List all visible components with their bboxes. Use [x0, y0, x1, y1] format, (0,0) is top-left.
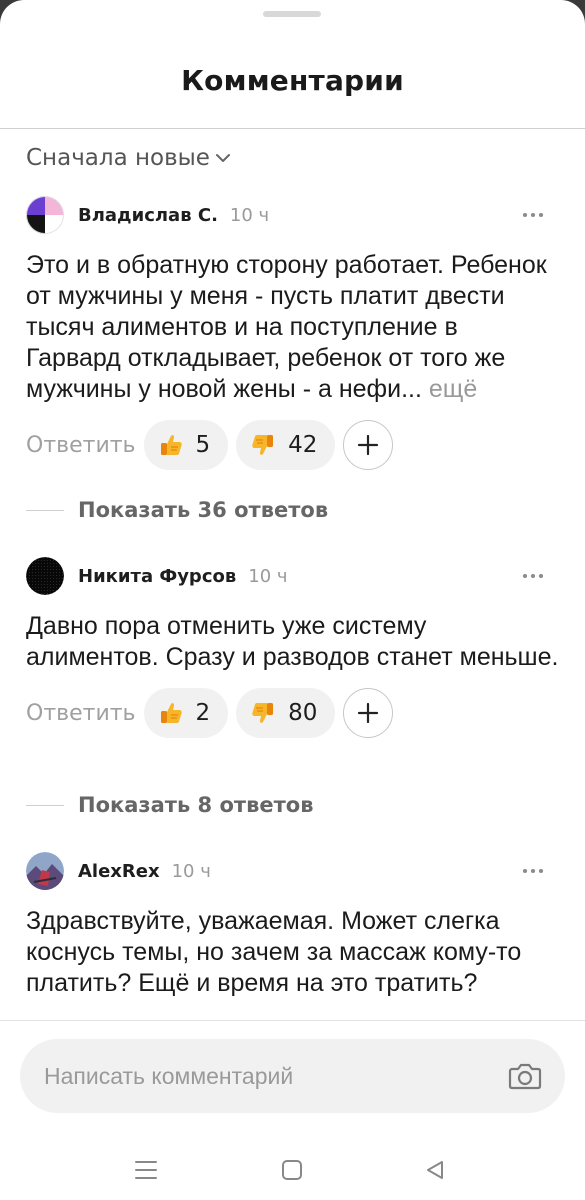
like-button[interactable]: 5 [143, 420, 229, 470]
author-name[interactable]: AlexRex [78, 861, 160, 882]
comment-item: AlexRex 10 ч Здравствуйте, уважаемая. Мо… [26, 852, 559, 999]
avatar[interactable] [26, 557, 64, 595]
replies-divider [26, 509, 64, 511]
sort-dropdown[interactable]: Сначала новые [26, 145, 230, 171]
comment-text: Это и в обратную сторону работает. Ребен… [26, 250, 559, 405]
replies-divider [26, 804, 64, 806]
like-count: 5 [195, 432, 211, 458]
timestamp: 10 ч [248, 565, 288, 587]
like-button[interactable]: 2 [143, 688, 229, 738]
chevron-down-icon [215, 154, 230, 162]
reply-button[interactable]: Ответить [26, 433, 136, 458]
system-navbar [0, 1141, 585, 1200]
comment-input[interactable] [42, 1061, 507, 1091]
more-dots-icon[interactable] [521, 568, 545, 584]
comment-item: Владислав С. 10 ч Это и в обратную сторо… [26, 196, 559, 471]
expand-more-link[interactable]: ещё [429, 375, 477, 403]
avatar[interactable] [26, 852, 64, 890]
author-name[interactable]: Владислав С. [78, 205, 218, 226]
timestamp: 10 ч [171, 860, 211, 882]
comment-composer[interactable] [20, 1039, 565, 1113]
comments-sheet: Комментарии Сначала новые Владислав С. 1… [0, 0, 585, 1200]
more-dots-icon[interactable] [521, 863, 545, 879]
dislike-count: 42 [288, 432, 318, 458]
composer-bar [0, 1020, 585, 1200]
more-dots-icon[interactable] [521, 207, 545, 223]
like-count: 2 [195, 700, 211, 726]
back-triangle-icon[interactable] [420, 1155, 450, 1185]
timestamp: 10 ч [229, 204, 270, 226]
avatar[interactable] [26, 196, 64, 234]
thumbs-down-icon [250, 432, 276, 458]
sheet-grabber[interactable] [263, 11, 321, 17]
comment-text: Давно пора отменить уже систему алименто… [26, 612, 559, 671]
author-name[interactable]: Никита Фурсов [78, 566, 236, 587]
show-replies-label: Показать 36 ответов [78, 498, 329, 522]
comment-text: Здравствуйте, уважаемая. Может слегка ко… [26, 907, 522, 997]
camera-icon[interactable] [507, 1058, 543, 1094]
thumbs-up-icon [158, 432, 184, 458]
page-title: Комментарии [181, 64, 404, 97]
dislike-button[interactable]: 42 [236, 420, 336, 470]
dislike-count: 80 [288, 700, 318, 726]
home-square-icon[interactable] [277, 1155, 307, 1185]
menu-icon[interactable] [131, 1155, 161, 1185]
add-reaction-button[interactable] [343, 688, 394, 738]
reply-button[interactable]: Ответить [26, 701, 136, 726]
show-replies-button[interactable]: Показать 36 ответов [26, 498, 328, 522]
thumbs-down-icon [250, 700, 276, 726]
plus-icon [358, 434, 379, 456]
plus-icon [358, 702, 379, 724]
dislike-button[interactable]: 80 [236, 688, 336, 738]
sort-label: Сначала новые [26, 145, 210, 171]
show-replies-button[interactable]: Показать 8 ответов [26, 793, 314, 817]
comment-item: Никита Фурсов 10 ч Давно пора отменить у… [26, 557, 559, 739]
header-divider [0, 128, 585, 129]
show-replies-label: Показать 8 ответов [78, 793, 314, 817]
add-reaction-button[interactable] [343, 420, 394, 470]
thumbs-up-icon [158, 700, 184, 726]
